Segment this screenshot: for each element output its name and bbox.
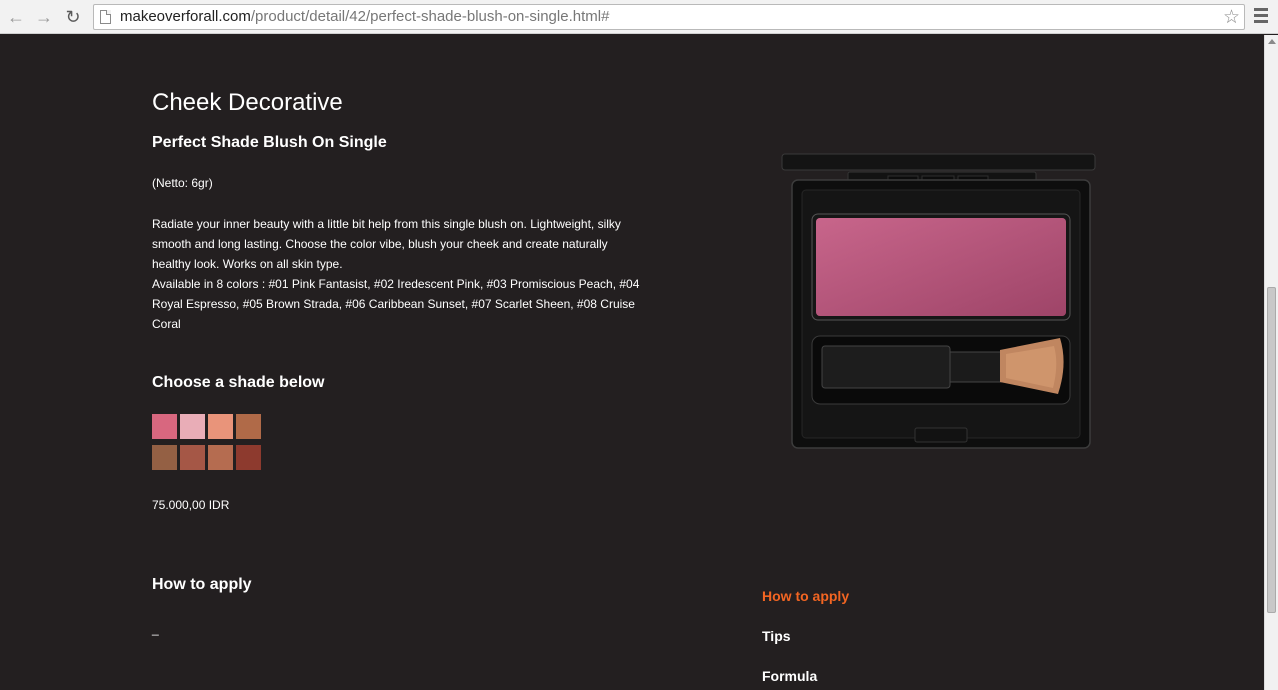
tab-tips[interactable]: Tips	[762, 628, 791, 644]
category-title: Cheek Decorative	[152, 89, 343, 116]
shade-swatch-07[interactable]	[208, 445, 233, 470]
back-arrow-icon[interactable]: ←	[6, 7, 26, 27]
tab-formula[interactable]: Formula	[762, 668, 817, 684]
product-price: 75.000,00 IDR	[152, 498, 230, 512]
shade-section-title: Choose a shade below	[152, 374, 325, 391]
how-to-apply-title: How to apply	[152, 576, 252, 593]
url-path: /product/detail/42/perfect-shade-blush-o…	[250, 8, 610, 25]
product-image	[781, 153, 1096, 449]
product-description: Radiate your inner beauty with a little …	[152, 214, 642, 334]
scroll-thumb[interactable]	[1267, 287, 1276, 613]
shade-swatch-02[interactable]	[180, 414, 205, 439]
tab-how-to-apply[interactable]: How to apply	[762, 588, 849, 604]
available-colors-text: Available in 8 colors : #01 Pink Fantasi…	[152, 277, 640, 331]
shade-swatch-04[interactable]	[236, 414, 261, 439]
browser-menu-icon[interactable]	[1254, 8, 1268, 24]
page-icon	[100, 10, 111, 24]
shade-swatch-03[interactable]	[208, 414, 233, 439]
product-netto: (Netto: 6gr)	[152, 176, 213, 190]
scroll-up-icon[interactable]	[1268, 39, 1276, 44]
forward-arrow-icon[interactable]: →	[34, 7, 54, 27]
shade-swatch-05[interactable]	[152, 445, 177, 470]
shade-swatch-08[interactable]	[236, 445, 261, 470]
shade-swatch-01[interactable]	[152, 414, 177, 439]
product-name: Perfect Shade Blush On Single	[152, 134, 387, 151]
browser-toolbar: ← → ↻ makeoverforall.com/product/detail/…	[0, 0, 1278, 34]
page-scrollbar[interactable]	[1264, 35, 1278, 690]
address-bar[interactable]: makeoverforall.com/product/detail/42/per…	[93, 4, 1245, 30]
description-text: Radiate your inner beauty with a little …	[152, 217, 621, 271]
reload-icon[interactable]: ↻	[63, 7, 83, 27]
how-to-apply-text: _	[152, 622, 159, 636]
url-text[interactable]: makeoverforall.com/product/detail/42/per…	[120, 8, 609, 25]
url-host: makeoverforall.com	[120, 8, 251, 25]
bookmark-star-icon[interactable]: ☆	[1223, 6, 1240, 29]
shade-swatch-06[interactable]	[180, 445, 205, 470]
